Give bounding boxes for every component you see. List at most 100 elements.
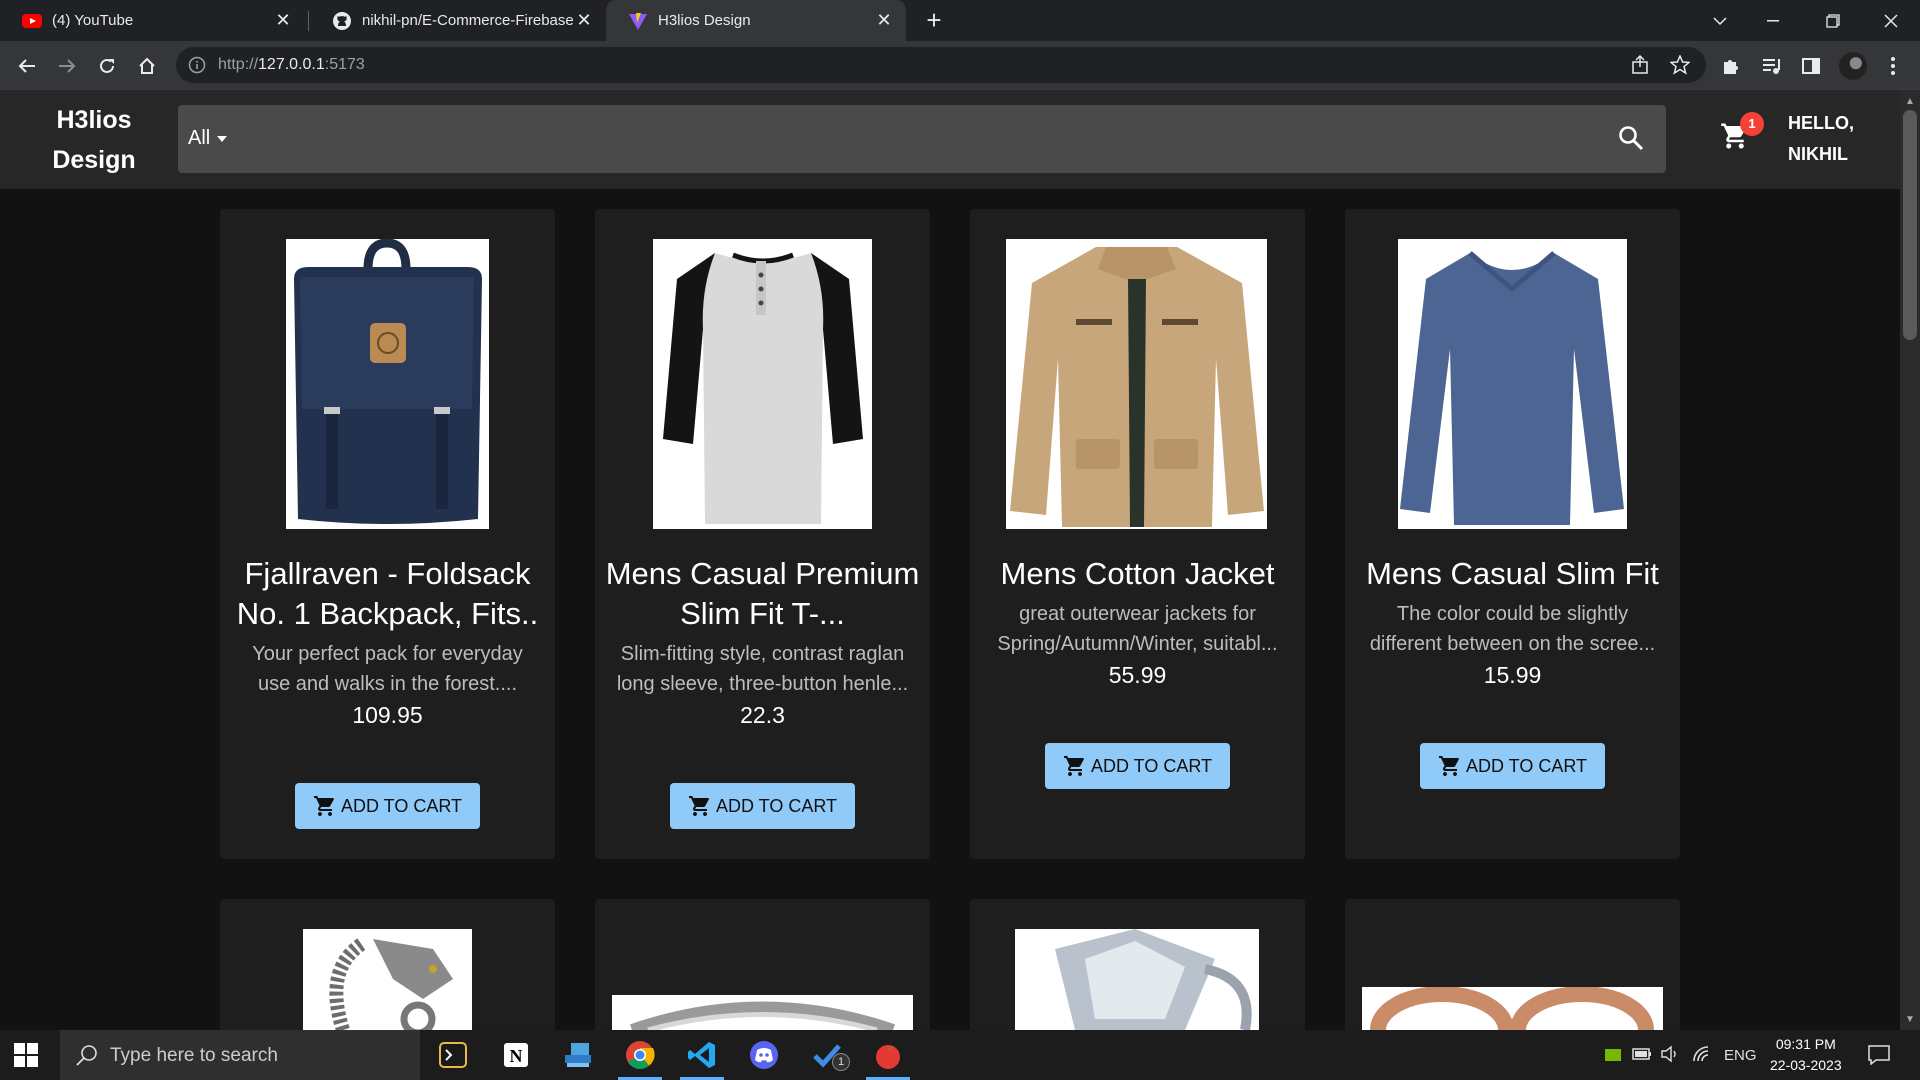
product-image-cotton-jacket[interactable]	[1006, 239, 1267, 529]
url-host: 127.0.0.1	[258, 56, 325, 73]
wifi-icon[interactable]	[1692, 1045, 1712, 1063]
notion-app-icon[interactable]: N	[499, 1038, 533, 1072]
product-description: Your perfect pack for everyday use and w…	[252, 643, 523, 695]
vscode-app-icon[interactable]	[685, 1038, 719, 1072]
product-image-longsleeve-shirt[interactable]	[1398, 239, 1627, 529]
forward-button[interactable]	[54, 53, 80, 79]
tab-title: (4) YouTube	[52, 12, 134, 29]
browser-tab-strip: (4) YouTube ✕ nikhil-pn/E-Commerce-Fireb…	[0, 0, 1920, 41]
product-card[interactable]	[1345, 899, 1680, 1030]
reload-button[interactable]	[94, 53, 120, 79]
taskbar-search-box[interactable]: Type here to search	[60, 1030, 420, 1080]
category-select-value: All	[188, 127, 211, 149]
home-button[interactable]	[134, 53, 160, 79]
product-image-raglan-tshirt[interactable]	[653, 239, 872, 529]
side-panel-icon	[1802, 58, 1820, 74]
nvidia-tray-icon[interactable]	[1605, 1049, 1621, 1061]
minimize-button[interactable]	[1750, 0, 1796, 41]
close-icon[interactable]: ✕	[574, 10, 594, 31]
volume-icon[interactable]	[1660, 1045, 1680, 1063]
extensions-button[interactable]	[1718, 53, 1744, 79]
url-scheme: http://	[218, 56, 259, 73]
product-title[interactable]: Mens Cotton Jacket	[980, 554, 1295, 594]
scroll-down-arrow[interactable]: ▼	[1900, 1010, 1920, 1030]
greeting-hello: HELLO,	[1788, 113, 1854, 133]
battery-icon[interactable]	[1632, 1048, 1652, 1060]
product-price: 22.3	[740, 702, 785, 728]
discord-app-icon[interactable]	[747, 1038, 781, 1072]
add-to-cart-label: ADD TO CART	[340, 795, 463, 816]
back-button[interactable]	[14, 53, 40, 79]
tab-search-button[interactable]	[1697, 0, 1743, 41]
system-clock[interactable]: 09:31 PM 22-03-2023	[1770, 1034, 1842, 1076]
more-vertical-icon	[1891, 57, 1895, 75]
product-card[interactable]	[595, 899, 930, 1030]
new-tab-button[interactable]: +	[920, 7, 948, 34]
product-image-diamond-ring[interactable]	[1015, 929, 1259, 1030]
svg-text:N: N	[510, 1046, 523, 1066]
reload-icon	[98, 57, 116, 75]
tab-youtube[interactable]: (4) YouTube ✕	[0, 0, 305, 41]
site-info-icon[interactable]	[188, 56, 206, 74]
product-card[interactable]	[970, 899, 1305, 1030]
category-select[interactable]: All	[188, 127, 228, 150]
product-card[interactable]: Mens Casual Premium Slim Fit T-... Slim-…	[595, 209, 930, 859]
terminal-app-icon[interactable]	[436, 1038, 470, 1072]
clock-date: 22-03-2023	[1770, 1057, 1842, 1073]
add-to-cart-button[interactable]: ADD TO CART	[295, 783, 480, 829]
brand-name: H3lios Design	[52, 106, 136, 174]
input-language-indicator[interactable]: ENG	[1724, 1047, 1757, 1064]
close-icon[interactable]: ✕	[874, 10, 894, 31]
profile-avatar[interactable]	[1839, 52, 1867, 80]
close-window-button[interactable]	[1868, 0, 1914, 41]
product-card[interactable]	[220, 899, 555, 1030]
url-text: http://127.0.0.1:5173	[218, 56, 365, 74]
windows-start-icon[interactable]	[14, 1043, 38, 1067]
file-explorer-app-icon[interactable]	[561, 1038, 595, 1072]
search-bar[interactable]: All	[178, 105, 1666, 173]
product-title[interactable]: Mens Casual Premium Slim Fit T-...	[605, 554, 920, 634]
tab-github[interactable]: nikhil-pn/E-Commerce-Firebase- ✕	[310, 0, 606, 41]
playlist-icon	[1762, 57, 1782, 75]
share-icon[interactable]	[1630, 55, 1650, 75]
user-greeting[interactable]: HELLO, NIKHIL	[1788, 108, 1854, 170]
vite-icon	[628, 11, 648, 31]
side-panel-button[interactable]	[1798, 53, 1824, 79]
restore-button[interactable]	[1810, 0, 1856, 41]
product-card[interactable]: Fjallraven - Foldsack No. 1 Backpack, Fi…	[220, 209, 555, 859]
close-icon	[1884, 13, 1898, 28]
product-description: The color could be slightly different be…	[1369, 603, 1656, 655]
add-to-cart-button[interactable]: ADD TO CART	[1420, 743, 1605, 789]
close-icon[interactable]: ✕	[273, 10, 293, 31]
browser-menu-button[interactable]	[1880, 53, 1906, 79]
cart-icon	[1438, 754, 1462, 778]
product-image-backpack[interactable]	[286, 238, 489, 529]
chrome-app-icon[interactable]	[623, 1038, 657, 1072]
tab-title: nikhil-pn/E-Commerce-Firebase-	[362, 12, 574, 29]
address-bar[interactable]: http://127.0.0.1:5173	[176, 47, 1706, 83]
brand-logo-text[interactable]: H3lios Design	[40, 100, 148, 180]
app-header: H3lios Design All 1 HELLO, NIKHIL	[0, 90, 1900, 189]
product-price: 15.99	[1483, 662, 1542, 688]
notification-center-icon[interactable]	[1868, 1045, 1890, 1065]
product-image-dragon-bracelet[interactable]	[303, 929, 472, 1030]
product-title[interactable]: Mens Casual Slim Fit	[1355, 554, 1670, 594]
scrollbar-thumb[interactable]	[1903, 110, 1917, 340]
tab-title: H3lios Design	[658, 12, 751, 29]
product-image-rose-gold-rings[interactable]	[1362, 986, 1663, 1030]
add-to-cart-label: ADD TO CART	[715, 795, 838, 816]
bookmark-star-icon[interactable]	[1670, 55, 1690, 75]
scroll-up-arrow[interactable]: ▲	[1900, 92, 1920, 112]
search-icon[interactable]	[1618, 125, 1644, 151]
tab-h3lios-design[interactable]: H3lios Design ✕	[606, 0, 906, 41]
product-card[interactable]: Mens Casual Slim Fit The color could be …	[1345, 209, 1680, 859]
product-title[interactable]: Fjallraven - Foldsack No. 1 Backpack, Fi…	[230, 554, 545, 634]
tomato-timer-app-icon[interactable]	[871, 1038, 905, 1072]
media-control-button[interactable]	[1759, 53, 1785, 79]
arrow-right-icon	[58, 58, 76, 74]
add-to-cart-button[interactable]: ADD TO CART	[670, 783, 855, 829]
product-card[interactable]: Mens Cotton Jacket great outerwear jacke…	[970, 209, 1305, 859]
product-image-silver-ring[interactable]	[612, 995, 913, 1030]
youtube-icon	[22, 13, 42, 28]
add-to-cart-button[interactable]: ADD TO CART	[1045, 743, 1230, 789]
